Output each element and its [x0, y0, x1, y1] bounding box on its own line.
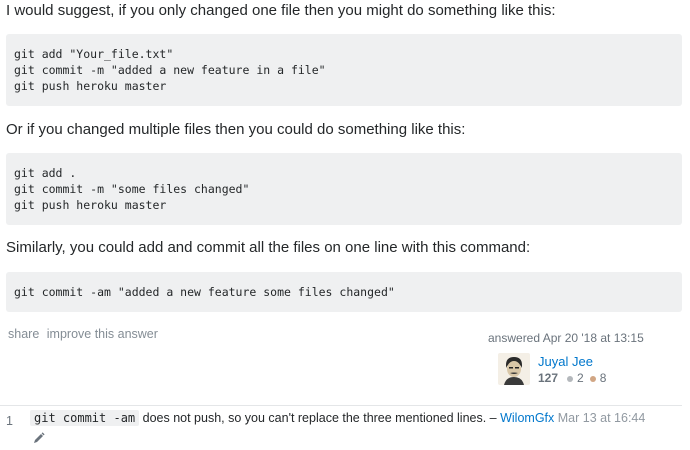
- comment-text: does not push, so you can't replace the …: [139, 411, 501, 425]
- answer-paragraph: I would suggest, if you only changed one…: [6, 2, 556, 19]
- answer-paragraph: Similarly, you could add and commit all …: [6, 239, 531, 256]
- user-avatar-image: [498, 353, 530, 385]
- bronze-badge-icon: [589, 375, 596, 382]
- comment-divider: [0, 405, 682, 406]
- code-line: git push heroku master: [14, 79, 167, 93]
- improve-answer-link[interactable]: improve this answer: [47, 327, 158, 341]
- silver-badge-count: 2: [577, 371, 584, 385]
- comment-score: 1: [6, 414, 13, 428]
- user-info-card: answered Apr 20 '18 at 13:15 Juyal Jee 1…: [488, 331, 683, 387]
- comment-inline-code: git commit -am: [30, 410, 140, 426]
- comment-body: git commit -am does not push, so you can…: [30, 410, 646, 426]
- share-link[interactable]: share: [8, 327, 39, 341]
- code-line: git add .: [14, 166, 77, 180]
- silver-badge-icon: [567, 375, 574, 382]
- comment-user-link[interactable]: WilomGfx: [500, 411, 554, 425]
- code-block: git add . git commit -m "some files chang…: [6, 153, 682, 225]
- code-block: git commit -am "added a new feature some…: [6, 272, 682, 312]
- user-reputation-row: 127 2 8: [538, 370, 606, 387]
- reputation-score: 127: [538, 371, 559, 385]
- code-block: git add "Your_file.txt"git commit -m "ad…: [6, 34, 682, 106]
- code-line: git push heroku master: [14, 198, 167, 212]
- answered-time: answered Apr 20 '18 at 13:15: [488, 331, 644, 345]
- post-menu: share improve this answer: [8, 327, 162, 341]
- code-line: git commit -am "added a new feature some…: [14, 285, 395, 299]
- code-line: git commit -m "some files changed": [14, 182, 250, 196]
- code-line: git add "Your_file.txt": [14, 47, 174, 61]
- bronze-badge-count: 8: [599, 371, 607, 385]
- user-avatar[interactable]: [498, 353, 530, 385]
- answer-paragraph: Or if you changed multiple files then yo…: [6, 121, 466, 138]
- user-name-link[interactable]: Juyal Jee: [538, 353, 606, 370]
- answer-post: I would suggest, if you only changed one…: [0, 0, 690, 450]
- code-line: git commit -m "added a new feature in a …: [14, 63, 326, 77]
- pencil-icon[interactable]: [32, 431, 46, 445]
- comment-date[interactable]: Mar 13 at 16:44: [558, 411, 646, 425]
